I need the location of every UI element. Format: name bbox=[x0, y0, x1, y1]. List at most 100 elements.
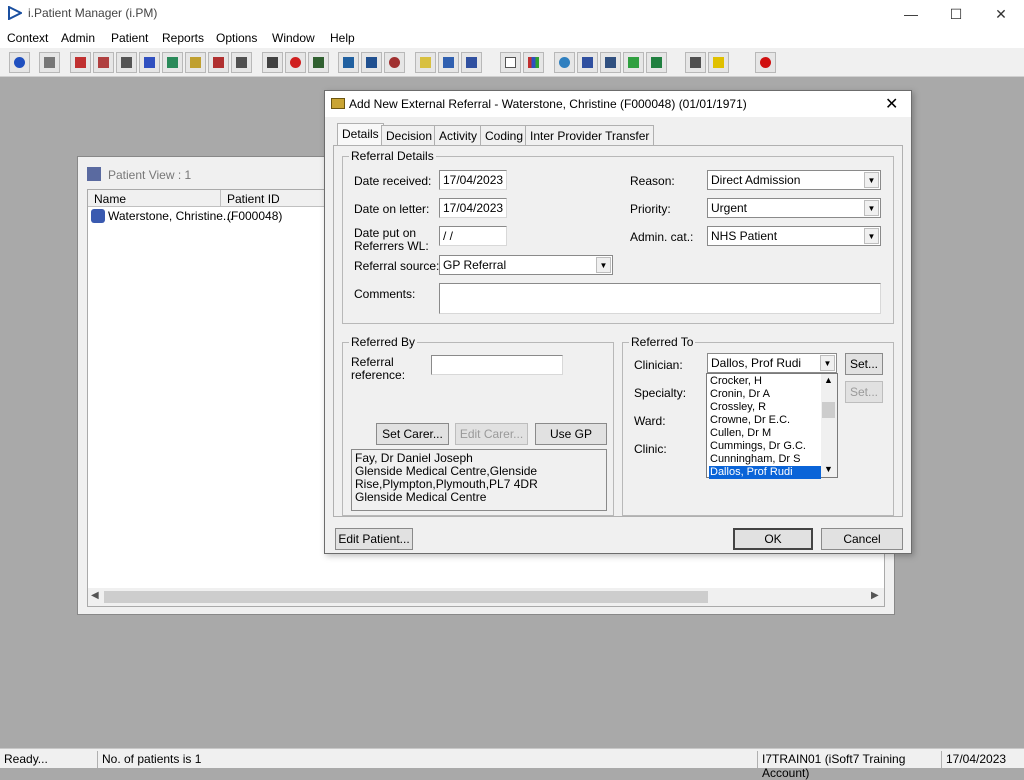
minimize-button[interactable]: — bbox=[888, 0, 934, 28]
edit-carer-button[interactable]: Edit Carer... bbox=[455, 423, 528, 445]
search-doc-icon[interactable] bbox=[262, 52, 283, 73]
menu-reports[interactable]: Reports bbox=[162, 31, 204, 45]
monitor-icon[interactable] bbox=[308, 52, 329, 73]
gauge-icon[interactable] bbox=[384, 52, 405, 73]
date-on-letter-field[interactable]: 17/04/2023 bbox=[439, 198, 507, 218]
chart-window-icon[interactable] bbox=[338, 52, 359, 73]
page-icon[interactable] bbox=[500, 52, 521, 73]
tab-decision[interactable]: Decision bbox=[381, 125, 438, 145]
clock-icon[interactable] bbox=[285, 52, 306, 73]
scrollbar-thumb[interactable] bbox=[104, 591, 708, 603]
list-scroll-thumb[interactable] bbox=[822, 402, 835, 418]
list-item[interactable]: Crowne, Dr E.C. bbox=[709, 414, 821, 427]
admin-cat-select[interactable]: NHS Patient ▼ bbox=[707, 226, 881, 246]
ok-button[interactable]: OK bbox=[733, 528, 813, 550]
exit-icon[interactable] bbox=[755, 52, 776, 73]
window-list-icon[interactable] bbox=[361, 52, 382, 73]
clinician-dropdown-list[interactable]: Crocker, H Cronin, Dr A Crossley, R Crow… bbox=[706, 373, 838, 479]
priority-label: Priority: bbox=[630, 202, 671, 216]
person-icon[interactable] bbox=[162, 52, 183, 73]
list-item[interactable]: Crossley, R bbox=[709, 401, 821, 414]
swap-icon[interactable] bbox=[685, 52, 706, 73]
transfer-icon[interactable] bbox=[231, 52, 252, 73]
menu-patient[interactable]: Patient bbox=[111, 31, 148, 45]
status-date: 17/04/2023 bbox=[941, 751, 1024, 768]
tab-details[interactable]: Details bbox=[337, 123, 384, 146]
dropdown-arrow-icon[interactable]: ▼ bbox=[864, 228, 879, 244]
list-item[interactable]: Cronin, Dr A bbox=[709, 388, 821, 401]
use-gp-button[interactable]: Use GP bbox=[535, 423, 607, 445]
list-item[interactable]: Cummings, Dr G.C. bbox=[709, 440, 821, 453]
set-specialty-button[interactable]: Set... bbox=[845, 381, 883, 403]
note-yellow-icon[interactable] bbox=[415, 52, 436, 73]
clinician-select[interactable]: Dallos, Prof Rudi ▼ bbox=[707, 353, 837, 373]
maximize-button[interactable]: ☐ bbox=[933, 0, 979, 28]
edit-patient-button[interactable]: Edit Patient... bbox=[335, 528, 413, 550]
close-button[interactable]: ✕ bbox=[978, 0, 1024, 28]
dropdown-arrow-icon[interactable]: ▼ bbox=[596, 257, 611, 273]
horizontal-scrollbar[interactable]: ◀ ▶ bbox=[88, 588, 884, 606]
tab-inter-provider-transfer[interactable]: Inter Provider Transfer bbox=[525, 125, 655, 145]
cancel-button[interactable]: Cancel bbox=[821, 528, 903, 550]
dropdown-arrow-icon[interactable]: ▼ bbox=[820, 355, 835, 371]
scroll-right-icon[interactable]: ▶ bbox=[871, 590, 879, 601]
green-arrow-icon[interactable] bbox=[623, 52, 644, 73]
letter-m-icon[interactable] bbox=[139, 52, 160, 73]
column-header-name[interactable]: Name bbox=[88, 190, 221, 207]
tab-activity[interactable]: Activity bbox=[434, 125, 483, 145]
comments-field[interactable] bbox=[439, 283, 881, 314]
tab-coding[interactable]: Coding bbox=[480, 125, 529, 145]
patient-search-icon[interactable] bbox=[9, 52, 30, 73]
check-list-alt-icon[interactable] bbox=[600, 52, 621, 73]
scroll-left-icon[interactable]: ◀ bbox=[91, 590, 99, 601]
form-icon[interactable] bbox=[116, 52, 137, 73]
clinician-label: Clinician: bbox=[634, 358, 683, 372]
list-item-selected[interactable]: Dallos, Prof Rudi bbox=[709, 466, 821, 479]
referrers-wl-label: Referrers WL: bbox=[354, 239, 429, 253]
menu-window[interactable]: Window bbox=[272, 31, 315, 45]
clinician-value: Dallos, Prof Rudi bbox=[711, 356, 802, 370]
list-item[interactable]: Cunningham, Dr S bbox=[709, 453, 821, 466]
bar-chart-icon[interactable] bbox=[523, 52, 544, 73]
admin-cat-label: Admin. cat.: bbox=[630, 230, 694, 244]
status-ready: Ready... bbox=[4, 752, 48, 766]
notes-icon[interactable] bbox=[185, 52, 206, 73]
bed-icon[interactable] bbox=[438, 52, 459, 73]
referral-reference-field[interactable] bbox=[431, 355, 563, 375]
reason-select[interactable]: Direct Admission ▼ bbox=[707, 170, 881, 190]
set-clinician-button[interactable]: Set... bbox=[845, 353, 883, 375]
flag-icon[interactable] bbox=[208, 52, 229, 73]
column-header-patient-id[interactable]: Patient ID bbox=[221, 190, 326, 207]
printer-icon[interactable] bbox=[39, 52, 60, 73]
scroll-down-icon[interactable]: ▼ bbox=[824, 464, 833, 474]
menu-context[interactable]: Context bbox=[7, 31, 48, 45]
dropdown-arrow-icon[interactable]: ▼ bbox=[864, 172, 879, 188]
referral-source-select[interactable]: GP Referral ▼ bbox=[439, 255, 613, 275]
warning-icon[interactable] bbox=[708, 52, 729, 73]
clinic-label: Clinic: bbox=[634, 442, 667, 456]
menu-options[interactable]: Options bbox=[216, 31, 257, 45]
list-scrollbar[interactable]: ▲ ▼ bbox=[821, 374, 837, 477]
date-put-on-field[interactable]: / / bbox=[439, 226, 507, 246]
date-received-field[interactable]: 17/04/2023 bbox=[439, 170, 507, 190]
admin-cat-value: NHS Patient bbox=[711, 229, 778, 243]
gp-line: Glenside Medical Centre bbox=[355, 490, 487, 504]
list-item[interactable]: Cullen, Dr M bbox=[709, 427, 821, 440]
record-book-icon[interactable] bbox=[70, 52, 91, 73]
set-carer-button[interactable]: Set Carer... bbox=[376, 423, 449, 445]
patient-view-title: Patient View : 1 bbox=[108, 168, 192, 182]
dialog-close-button[interactable]: ✕ bbox=[885, 94, 898, 114]
ambulance-icon[interactable] bbox=[461, 52, 482, 73]
table-row[interactable]: Waterstone, Christine... (F000048) bbox=[88, 208, 326, 225]
menu-admin[interactable]: Admin bbox=[61, 31, 95, 45]
list-item[interactable]: Crocker, H bbox=[709, 375, 821, 388]
document-edit-icon[interactable] bbox=[93, 52, 114, 73]
referred-to-legend: Referred To bbox=[629, 335, 696, 349]
check-list-icon[interactable] bbox=[577, 52, 598, 73]
menu-help[interactable]: Help bbox=[330, 31, 355, 45]
scroll-up-icon[interactable]: ▲ bbox=[824, 375, 833, 385]
globe-icon[interactable] bbox=[554, 52, 575, 73]
refresh-list-icon[interactable] bbox=[646, 52, 667, 73]
priority-select[interactable]: Urgent ▼ bbox=[707, 198, 881, 218]
dropdown-arrow-icon[interactable]: ▼ bbox=[864, 200, 879, 216]
